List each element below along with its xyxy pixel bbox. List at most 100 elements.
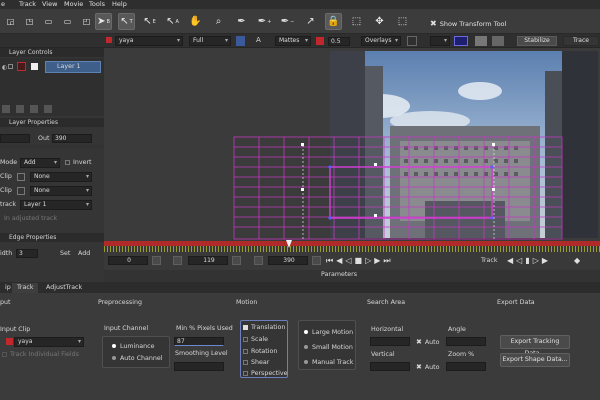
menu-tools[interactable]: Tools — [89, 0, 105, 8]
menu-edit[interactable]: e — [1, 0, 5, 8]
show-transform-toggle[interactable]: ✖ Show Transform Tool — [430, 19, 506, 28]
trace-button[interactable]: Trace — [563, 36, 599, 46]
transform-box-tool[interactable]: ⬚ — [348, 13, 365, 30]
opacity-field[interactable]: 0.5 — [328, 37, 350, 46]
overlays-dropdown[interactable]: Overlays — [361, 36, 401, 46]
remove-point-tool[interactable]: ✒ − — [279, 13, 296, 30]
track-stop-icon[interactable]: ▮ — [525, 256, 532, 265]
mattes-dropdown[interactable]: Mattes — [275, 36, 311, 46]
transport-controls[interactable]: ⏮◀◁■▷▶⏭ — [326, 256, 394, 266]
in-frame-field[interactable]: 119 — [188, 256, 228, 265]
track-back-step-icon[interactable]: ◁ — [516, 256, 525, 265]
clip2-swatch[interactable] — [17, 187, 25, 195]
track-back-icon[interactable]: ◀ — [507, 256, 516, 265]
new-layer-icon[interactable] — [2, 105, 10, 113]
small-icon-b[interactable]: ◳ — [21, 13, 38, 30]
horizontal-field[interactable] — [370, 337, 410, 346]
tab-track[interactable]: Track — [12, 283, 39, 293]
track-fwd-step-icon[interactable]: ▷ — [533, 256, 542, 265]
small-motion-radio[interactable]: Small Motion — [304, 344, 353, 351]
go-start-icon[interactable]: ⏮ — [326, 256, 336, 265]
edge2-tool[interactable]: ↖ A — [164, 13, 181, 30]
set-end-icon[interactable] — [254, 256, 263, 265]
set-out-icon[interactable] — [232, 256, 241, 265]
smoothing-field[interactable] — [174, 362, 224, 371]
bg2-icon[interactable] — [492, 36, 504, 46]
perspective-check[interactable]: Perspective — [243, 370, 287, 377]
go-end-icon[interactable]: ⏭ — [383, 256, 393, 265]
invert-toggle[interactable]: Invert — [65, 159, 92, 166]
add-point2-tool[interactable]: ✒ + — [256, 13, 273, 30]
clip2-dropdown[interactable]: None — [30, 186, 92, 196]
small-icon-c[interactable]: ▭ — [40, 13, 57, 30]
small-icon-a[interactable]: ◲ — [2, 13, 19, 30]
convert-point-tool[interactable]: ↗ — [302, 13, 319, 30]
track-grid-overlay[interactable] — [104, 48, 600, 241]
vertical-auto[interactable]: ✖ Auto — [416, 363, 440, 371]
edge-tool[interactable]: ↖ E — [141, 13, 158, 30]
zoom-dropdown[interactable]: Full — [189, 36, 231, 46]
out-frame-field[interactable]: 390 — [268, 256, 308, 265]
menu-track[interactable]: Track — [19, 0, 36, 8]
anchor-tool[interactable]: ✥ — [371, 13, 388, 30]
stop-icon[interactable]: ■ — [355, 256, 366, 265]
shear-check[interactable]: Shear — [243, 359, 269, 366]
bg-icon[interactable] — [475, 36, 487, 46]
layer-visibility-icon[interactable] — [31, 63, 38, 70]
width-field[interactable]: 3 — [16, 249, 38, 258]
export-tracking-button[interactable]: Export Tracking Data... — [500, 335, 570, 357]
menu-movie[interactable]: Movie — [64, 0, 83, 8]
scale-check[interactable]: Scale — [243, 336, 268, 343]
color-dropdown[interactable] — [430, 36, 450, 46]
rotation-check[interactable]: Rotation — [243, 348, 277, 355]
hand-tool[interactable]: ✋ — [187, 13, 204, 30]
luminance-radio[interactable]: Luminance — [112, 343, 154, 350]
layer-options-icon[interactable] — [30, 105, 38, 113]
play-back-icon[interactable]: ◁ — [345, 256, 354, 265]
min-pixels-field[interactable]: 87 — [174, 337, 224, 346]
small-icon-e[interactable]: ◰ — [78, 13, 95, 30]
track-controls[interactable]: ◀◁▮▷▶ — [507, 256, 551, 265]
clip1-dropdown[interactable]: None — [30, 172, 92, 182]
out-field[interactable]: 390 — [52, 134, 92, 143]
add-button[interactable]: Add — [78, 250, 90, 257]
track-dropdown[interactable]: Layer 1 — [20, 200, 92, 210]
angle-field[interactable] — [446, 337, 486, 346]
tab-adjust-track[interactable]: AdjustTrack — [41, 283, 87, 293]
start-frame-field[interactable]: 0 — [108, 256, 148, 265]
set-start-icon[interactable] — [152, 256, 161, 265]
hierarchy-tool[interactable]: ⬚ — [394, 13, 411, 30]
lock-tool[interactable]: 🔒 — [325, 13, 342, 30]
lock-box-icon[interactable] — [8, 64, 13, 69]
auto-channel-radio[interactable]: Auto Channel — [112, 355, 162, 362]
set-end2-icon[interactable] — [312, 256, 321, 265]
in-field[interactable] — [0, 134, 30, 143]
track-individual-fields[interactable]: Track Individual Fields — [2, 351, 79, 358]
input-clip-dropdown[interactable]: yaya — [14, 337, 84, 347]
grid-icon[interactable] — [454, 36, 468, 46]
track-fwd-icon[interactable]: ▶ — [542, 256, 551, 265]
menu-view[interactable]: View — [42, 0, 57, 8]
menu-help[interactable]: Help — [112, 0, 127, 8]
set-button[interactable]: Set — [60, 250, 70, 257]
duplicate-layer-icon[interactable] — [16, 105, 24, 113]
keyframe-icon[interactable]: ◆ — [574, 256, 580, 265]
export-shape-button[interactable]: Export Shape Data... — [500, 353, 570, 367]
add-point-tool[interactable]: ✒ — [233, 13, 250, 30]
eye-icon[interactable]: ◐ — [2, 64, 7, 71]
large-motion-radio[interactable]: Large Motion — [304, 329, 353, 336]
vertical-field[interactable] — [370, 362, 410, 371]
transform-tool[interactable]: ↖ T — [118, 13, 135, 30]
step-back-icon[interactable]: ◀ — [336, 256, 345, 265]
select-tool[interactable]: ➤ B — [95, 13, 112, 30]
horizontal-auto[interactable]: ✖ Auto — [416, 338, 440, 346]
small-icon-d[interactable]: ▭ — [59, 13, 76, 30]
manual-track-radio[interactable]: Manual Track — [304, 359, 353, 366]
matte-color-swatch[interactable] — [316, 37, 324, 45]
overlay-toggle-icon[interactable] — [407, 36, 417, 46]
play-icon[interactable]: ▷ — [365, 256, 374, 265]
layer-dropdown[interactable]: yaya — [115, 36, 183, 46]
set-in-icon[interactable] — [173, 256, 182, 265]
stabilize-button[interactable]: Stabilize — [517, 36, 557, 46]
clip1-swatch[interactable] — [17, 173, 25, 181]
